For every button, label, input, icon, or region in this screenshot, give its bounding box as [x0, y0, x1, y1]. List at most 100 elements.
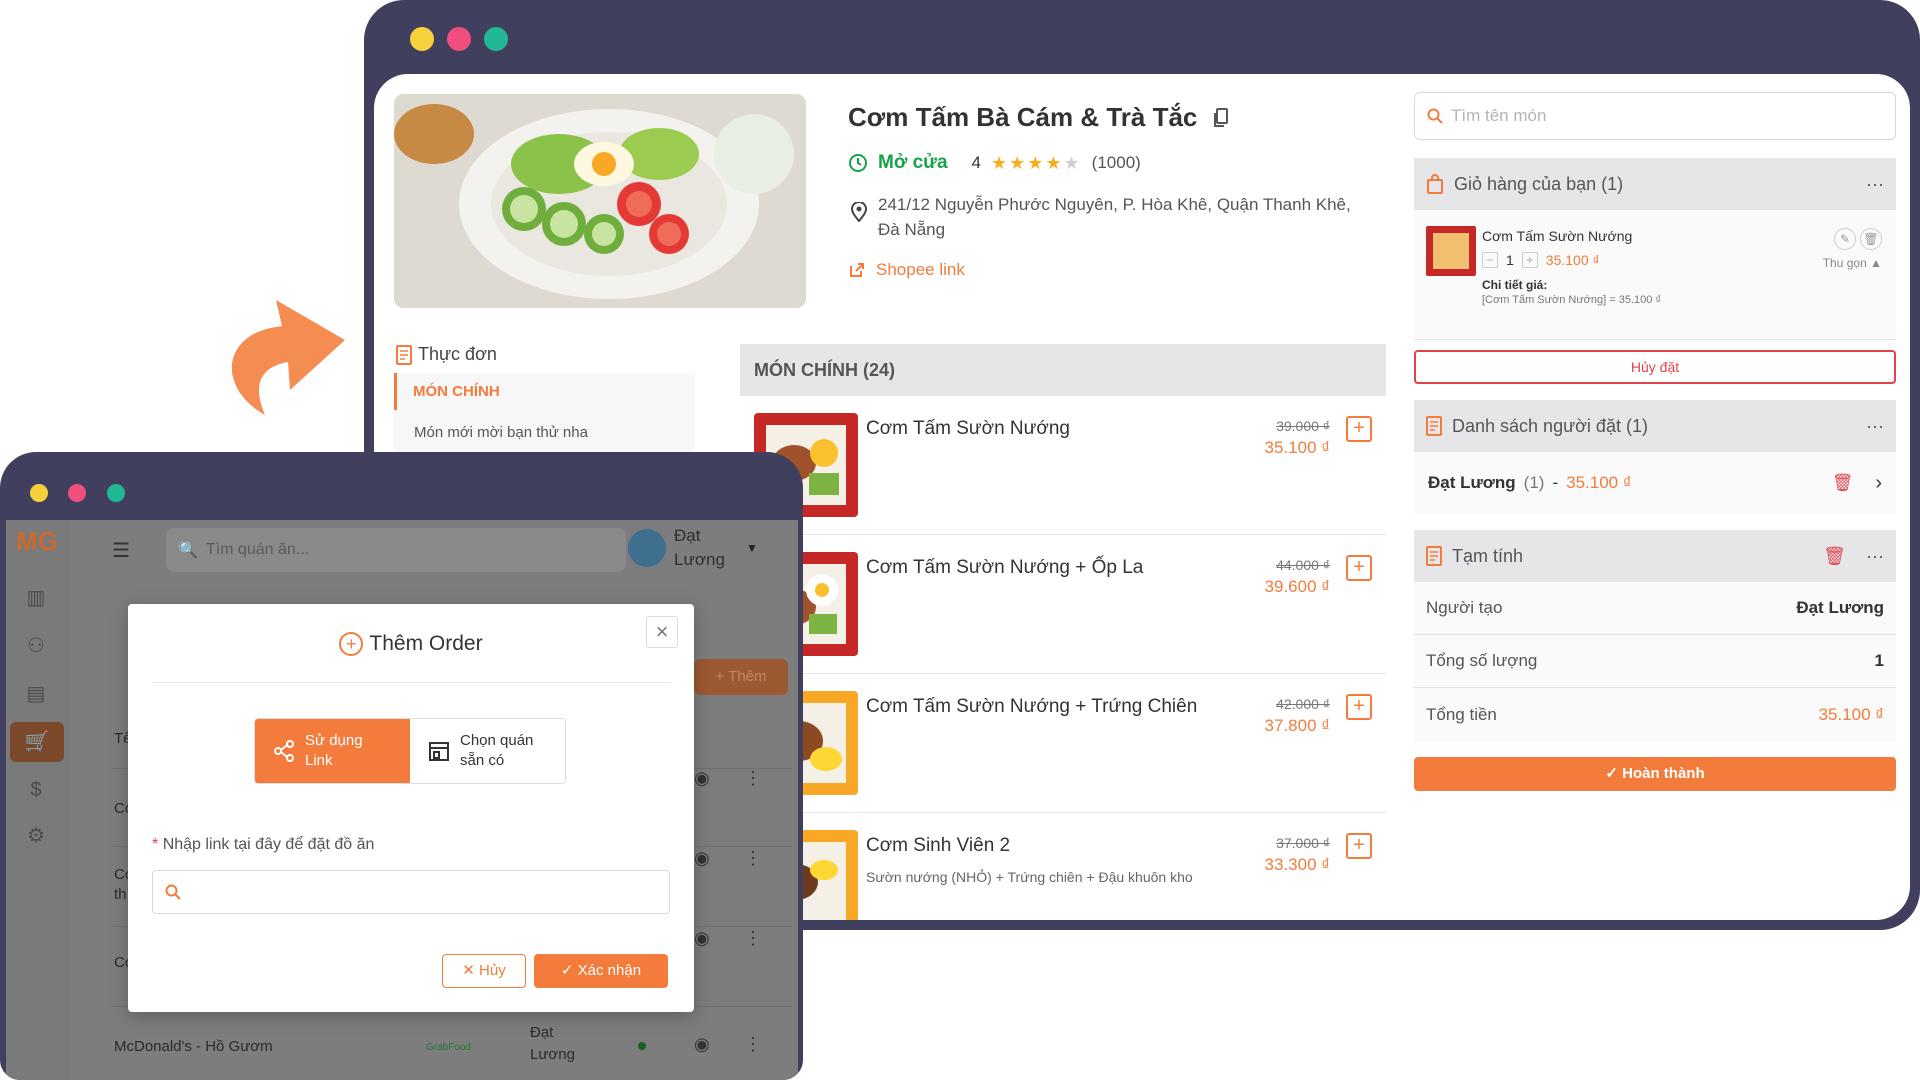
eye-icon[interactable]: ◉ — [694, 1034, 710, 1055]
creator-value: Đạt Lương — [1796, 598, 1884, 617]
menu-item-name: Cơm Tấm Sườn Nướng + Trứng Chiên — [866, 696, 1198, 717]
decrease-button[interactable]: − — [1482, 252, 1498, 268]
menu-item-name: Cơm Sinh Viên 2 — [866, 835, 1011, 856]
window-maximize-dot[interactable] — [107, 484, 125, 502]
cart-item-thumbnail — [1426, 226, 1476, 276]
more-vertical-icon[interactable]: ⋮ — [744, 928, 762, 949]
dish-search-input[interactable] — [1451, 106, 1851, 126]
menu-item-old-price: 44.000 ₫ — [1276, 557, 1330, 573]
restaurant-search-input[interactable] — [205, 541, 413, 559]
cart-header: Giỏ hàng của bạn (1) ··· — [1414, 158, 1896, 210]
user-menu[interactable]: Đạt Lương ▼ — [628, 524, 758, 572]
menu-item-price: 39.600 ₫ — [1264, 577, 1330, 596]
total-value: 35.100 ₫ — [1818, 704, 1884, 724]
dollar-icon[interactable]: $ — [22, 776, 50, 804]
more-options-icon[interactable]: ··· — [1866, 174, 1884, 195]
eye-icon[interactable]: ◉ — [694, 928, 710, 949]
add-button[interactable]: + Thêm — [694, 659, 788, 695]
hamburger-menu-icon[interactable]: ☰ — [112, 538, 130, 563]
menu-item[interactable]: Cơm Tấm Sườn Nướng + Ốp La 44.000 ₫ 39.6… — [740, 535, 1386, 674]
window-close-dot[interactable] — [68, 484, 86, 502]
shopping-bag-icon — [1427, 174, 1443, 194]
restaurant-search[interactable]: 🔍 — [166, 528, 626, 572]
link-input[interactable] — [191, 883, 651, 901]
settings-icon[interactable]: ⚙ — [22, 822, 50, 850]
cart-icon[interactable]: 🛒 — [10, 722, 64, 762]
copy-icon[interactable] — [1213, 107, 1229, 128]
edit-icon[interactable]: ✎ — [1834, 228, 1856, 250]
category-header: MÓN CHÍNH (24) — [740, 344, 1386, 396]
table-row-name[interactable]: McDonald's - Hồ Gươm — [114, 1038, 273, 1055]
complete-button[interactable]: ✓ Hoàn thành — [1414, 757, 1896, 791]
eye-icon[interactable]: ◉ — [694, 848, 710, 869]
restaurant-status-row: Mở cửa 4 ★★★★★ (1000) — [848, 152, 1141, 174]
choose-store-label: Chọn quán sẵn có — [460, 732, 534, 769]
shopee-link[interactable]: Shopee link — [848, 260, 965, 280]
more-vertical-icon[interactable]: ⋮ — [744, 1034, 762, 1055]
more-vertical-icon[interactable]: ⋮ — [744, 768, 762, 789]
orderers-title: Danh sách người đặt (1) — [1452, 415, 1648, 436]
orderer-row[interactable]: Đạt Lương (1) - 35.100 ₫ 🗑 › — [1414, 452, 1896, 514]
cart-panel: Giỏ hàng của bạn (1) ··· Cơm Tấm Sườn Nư… — [1414, 158, 1896, 340]
use-link-label: Sử dụng Link — [305, 732, 363, 769]
cancel-button[interactable]: ✕ Hủy — [442, 954, 526, 988]
quantity-stepper: − 1 + 35.100 ₫ — [1482, 252, 1600, 268]
collapse-toggle[interactable]: Thu gọn ▲ — [1823, 256, 1882, 270]
divider — [152, 682, 670, 683]
window-minimize-dot[interactable] — [30, 484, 48, 502]
link-field[interactable] — [152, 870, 670, 914]
chevron-down-icon: ▼ — [746, 541, 758, 555]
menu-item[interactable]: Cơm Tấm Sườn Nướng 39.000 ₫ 35.100 ₫ + — [740, 396, 1386, 535]
separator: - — [1552, 473, 1559, 492]
chart-icon[interactable]: ▥ — [22, 584, 50, 612]
window-close-dot[interactable] — [447, 27, 471, 51]
app-logo: MG — [16, 526, 58, 557]
orderer-amount: 35.100 ₫ — [1566, 473, 1632, 492]
share-icon — [274, 740, 294, 762]
store-icon[interactable]: ▤ — [22, 680, 50, 708]
menu-category-new[interactable]: Món mới mời bạn thử nha — [394, 410, 694, 455]
more-options-icon[interactable]: ··· — [1866, 546, 1884, 567]
cancel-label: Hủy — [479, 962, 506, 979]
chevron-right-icon[interactable]: › — [1875, 472, 1882, 495]
use-link-option[interactable]: Sử dụng Link — [255, 719, 410, 783]
trash-icon[interactable]: 🗑 — [1823, 546, 1846, 567]
add-item-button[interactable]: + — [1346, 833, 1372, 859]
grabfood-badge: GrabFood — [426, 1042, 472, 1053]
price-detail: [Cơm Tấm Sườn Nướng] = 35.100 ₫ — [1482, 294, 1662, 306]
cancel-order-button[interactable]: Hủy đặt — [1414, 350, 1896, 384]
open-status: Mở cửa — [878, 152, 948, 173]
choose-store-option[interactable]: Chọn quán sẵn có — [410, 719, 565, 783]
confirm-button[interactable]: ✓ Xác nhận — [534, 954, 668, 988]
link-field-label: * Nhập link tại đây để đặt đồ ăn — [152, 836, 374, 854]
restaurant-photo — [394, 94, 806, 308]
orderer-name: Đạt Lương — [1428, 473, 1516, 492]
window-maximize-dot[interactable] — [484, 27, 508, 51]
menu-item-old-price: 42.000 ₫ — [1276, 696, 1330, 712]
search-icon: 🔍 — [178, 542, 198, 559]
menu-item-old-price: 39.000 ₫ — [1276, 418, 1330, 434]
menu-item-old-price: 37.000 ₫ — [1276, 835, 1330, 851]
add-item-button[interactable]: + — [1346, 694, 1372, 720]
menu-category-main[interactable]: MÓN CHÍNH — [394, 373, 694, 410]
trash-icon[interactable]: 🗑 — [1860, 228, 1882, 250]
orderer-count: (1) — [1523, 473, 1545, 492]
shopee-link-text[interactable]: Shopee link — [876, 260, 965, 280]
window-minimize-dot[interactable] — [410, 27, 434, 51]
more-options-icon[interactable]: ··· — [1866, 416, 1884, 437]
increase-button[interactable]: + — [1521, 252, 1538, 268]
more-vertical-icon[interactable]: ⋮ — [744, 848, 762, 869]
add-item-button[interactable]: + — [1346, 555, 1372, 581]
dish-search[interactable] — [1414, 92, 1896, 140]
add-item-button[interactable]: + — [1346, 416, 1372, 442]
summary-total-row: Tổng tiền 35.100 ₫ — [1414, 688, 1896, 741]
trash-icon[interactable]: 🗑 — [1832, 473, 1854, 493]
restaurant-title: Cơm Tấm Bà Cám & Trà Tắc — [848, 102, 1229, 133]
menu-item[interactable]: Cơm Sinh Viên 2 Sườn nướng (NHỎ) + Trứng… — [740, 813, 1386, 920]
clock-icon — [849, 154, 867, 172]
users-icon[interactable]: ⚇ — [22, 632, 50, 660]
summary-title: Tạm tính — [1452, 545, 1524, 566]
menu-item[interactable]: Cơm Tấm Sườn Nướng + Trứng Chiên 42.000 … — [740, 674, 1386, 813]
eye-icon[interactable]: ◉ — [694, 768, 710, 789]
rating-stars-icon: ★★★★★ — [990, 152, 1082, 173]
